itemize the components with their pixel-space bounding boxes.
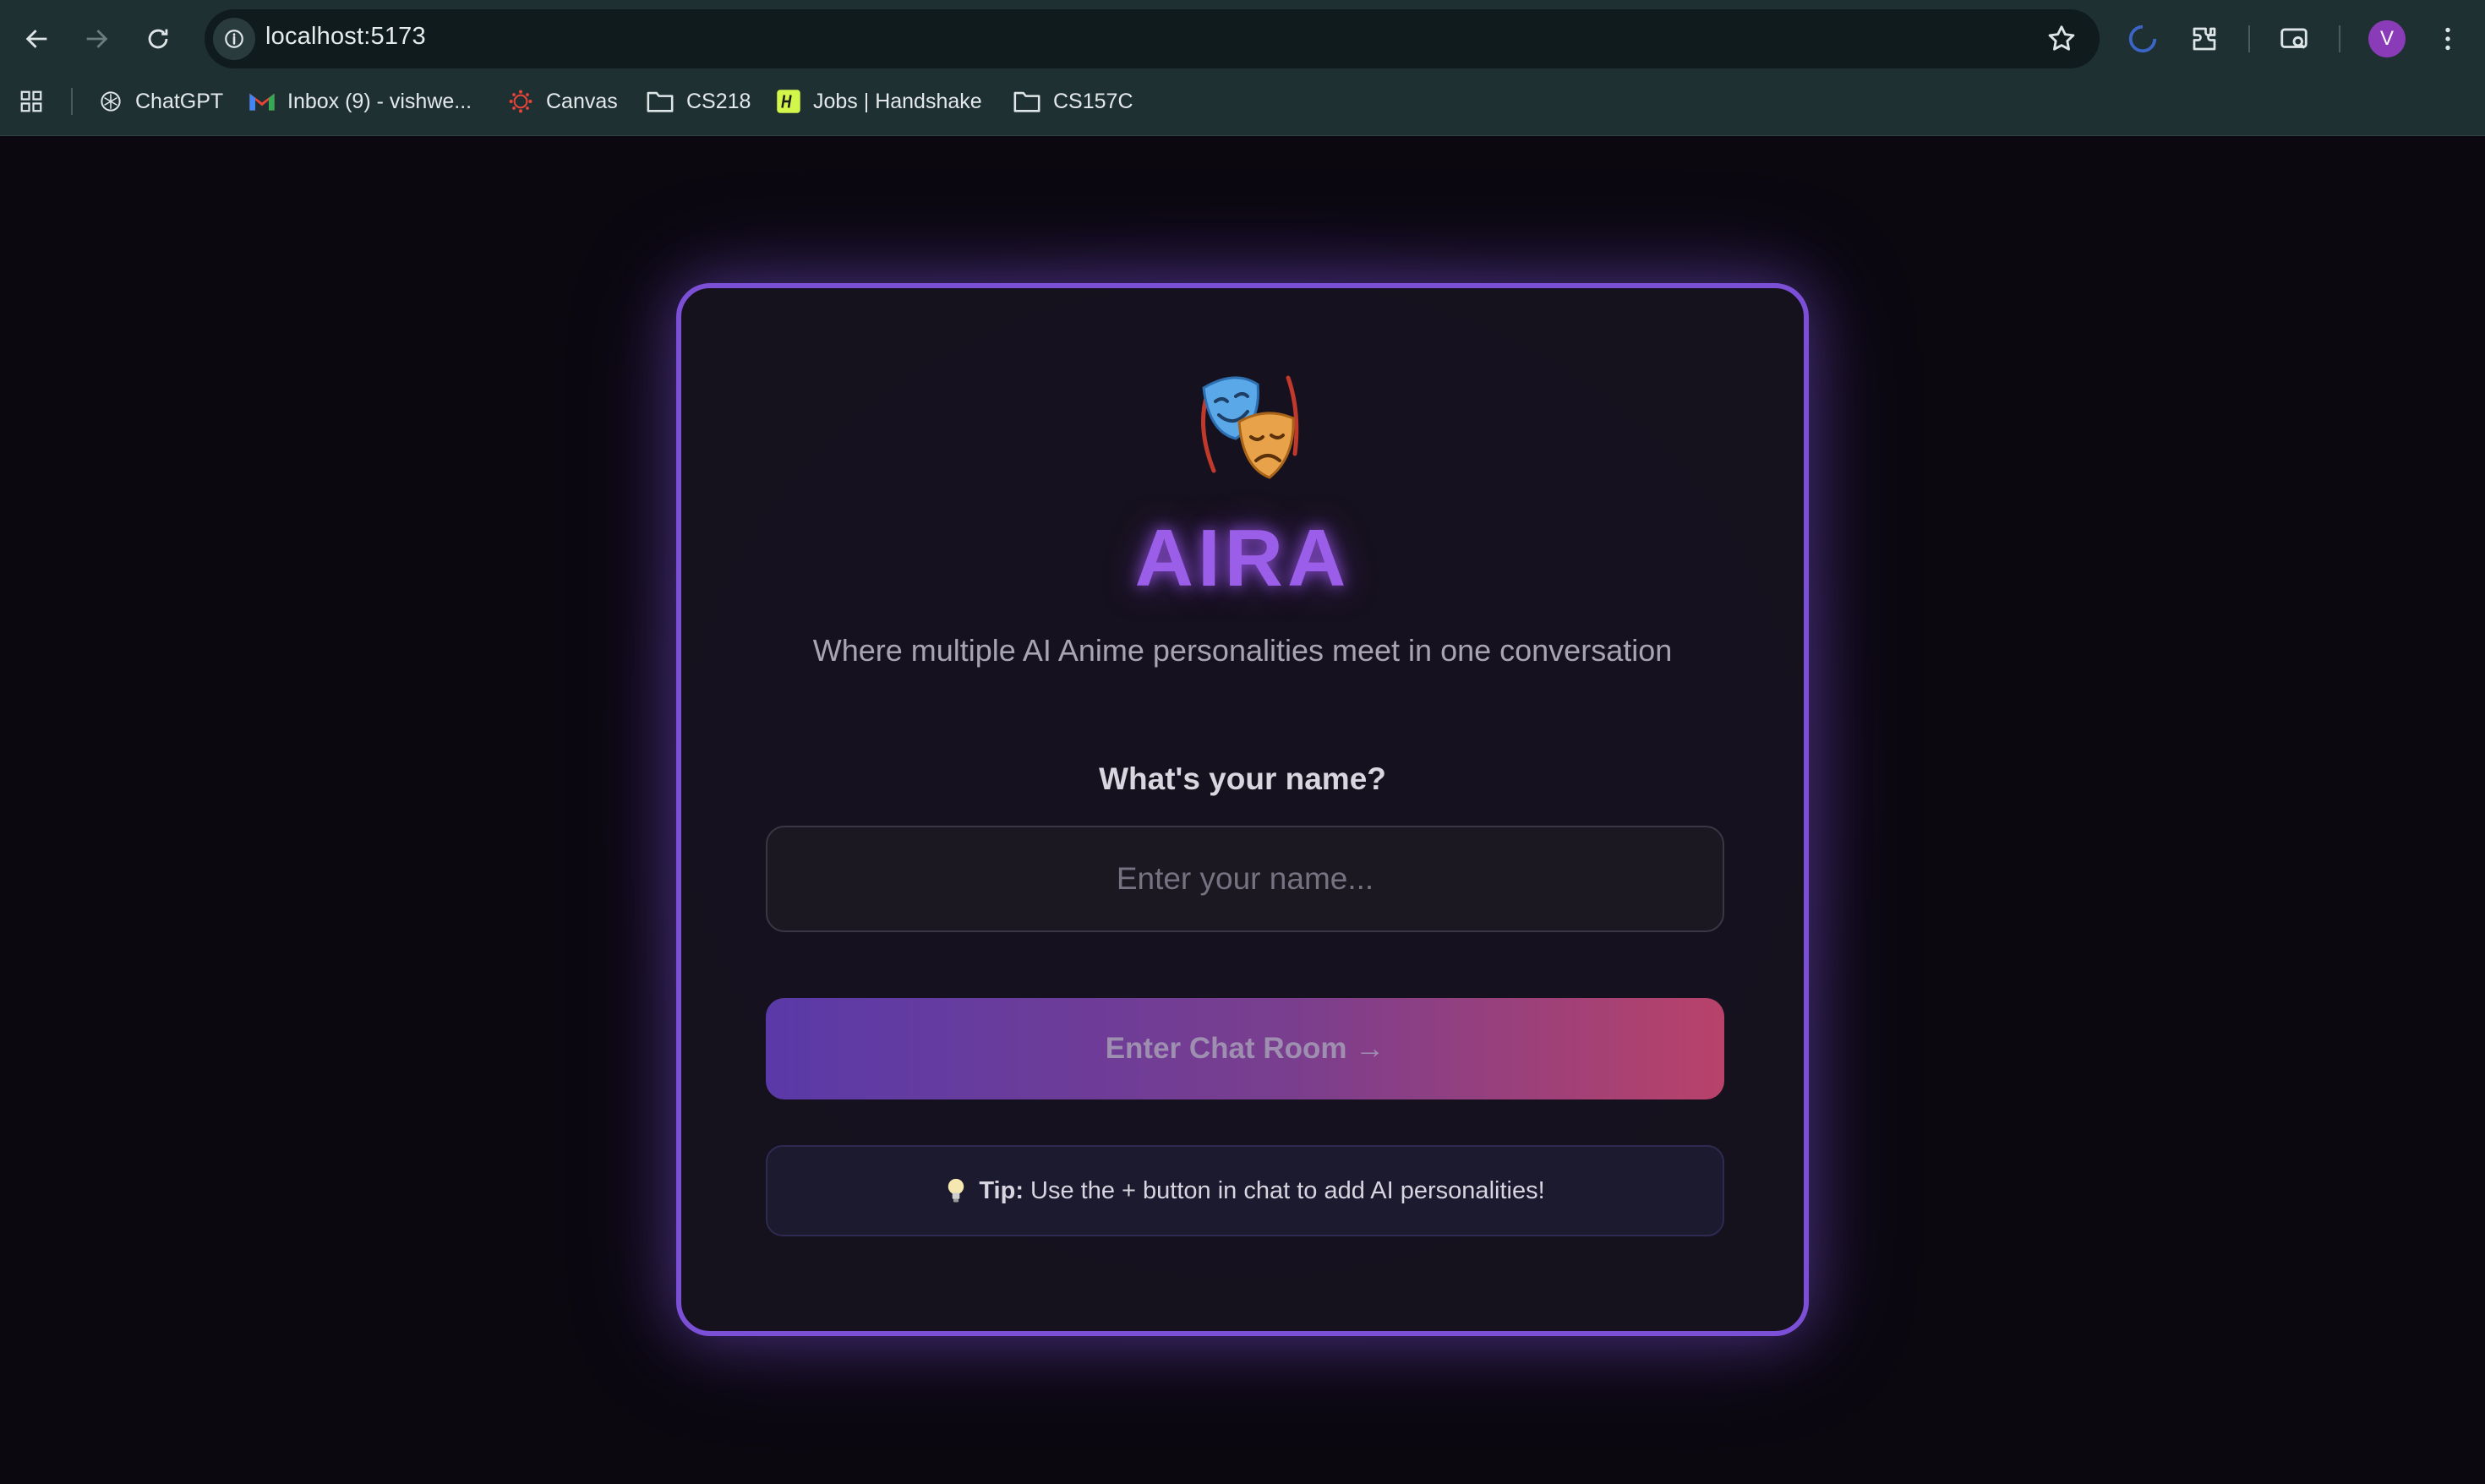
extensions-icon[interactable]	[2186, 20, 2223, 57]
bookmark-folder-cs218[interactable]: CS218	[646, 86, 751, 117]
lightbulb-icon	[948, 1178, 964, 1203]
site-info-button[interactable]	[213, 18, 255, 60]
reload-icon	[148, 29, 168, 49]
info-icon	[225, 30, 243, 48]
canvas-icon	[509, 90, 532, 113]
bookmarks-divider	[71, 88, 73, 115]
toolbar-divider	[2339, 25, 2340, 52]
theater-masks-icon	[1201, 375, 1299, 479]
loading-extension-icon[interactable]	[2124, 20, 2161, 57]
folder-icon	[1013, 91, 1040, 112]
back-arrow-icon	[25, 30, 47, 48]
browser-chrome: localhost:5173 V ChatGPT Inbox (9) - vis…	[0, 0, 2485, 136]
bookmarks-bar: ChatGPT Inbox (9) - vishwe... Canvas CS2…	[0, 78, 2485, 125]
bookmark-gmail[interactable]: Inbox (9) - vishwe...	[248, 86, 472, 117]
tip-box: Tip: Use the + button in chat to add AI …	[766, 1145, 1724, 1236]
enter-chat-room-button[interactable]: Enter Chat Room →	[766, 998, 1724, 1099]
gmail-icon	[249, 93, 275, 111]
handshake-icon	[777, 90, 800, 113]
toolbar-divider	[2248, 25, 2250, 52]
forward-arrow-icon	[86, 30, 108, 48]
tab-search-icon[interactable]	[2275, 20, 2313, 57]
name-question: What's your name?	[1099, 761, 1386, 796]
login-card: AIRA Where multiple AI Anime personaliti…	[676, 283, 1809, 1336]
apps-grid-icon[interactable]	[19, 86, 44, 117]
tip-label: Tip:	[979, 1176, 1024, 1204]
app-tagline: Where multiple AI Anime personalities me…	[812, 633, 1673, 668]
reload-button[interactable]	[138, 19, 178, 59]
url-text: localhost:5173	[265, 23, 426, 50]
page-background: AIRA Where multiple AI Anime personaliti…	[0, 136, 2485, 1484]
bookmark-star-icon[interactable]	[2045, 23, 2078, 55]
bookmark-handshake[interactable]: Jobs | Handshake	[776, 86, 982, 117]
app-title: AIRA	[1134, 513, 1351, 603]
forward-button[interactable]	[76, 19, 117, 59]
tip-text: Use the + button in chat to add AI perso…	[1030, 1176, 1545, 1204]
browser-menu-icon[interactable]	[2429, 20, 2466, 57]
bookmark-folder-cs157c[interactable]: CS157C	[1013, 86, 1133, 117]
name-input[interactable]	[766, 826, 1724, 932]
back-button[interactable]	[17, 19, 57, 59]
bookmark-chatgpt[interactable]: ChatGPT	[98, 86, 223, 117]
browser-toolbar: localhost:5173 V	[0, 0, 2485, 78]
folder-icon	[647, 91, 674, 112]
chatgpt-icon	[101, 91, 121, 112]
bookmark-canvas[interactable]: Canvas	[507, 86, 618, 117]
profile-avatar[interactable]: V	[2368, 20, 2406, 57]
address-bar[interactable]: localhost:5173	[205, 9, 2100, 68]
